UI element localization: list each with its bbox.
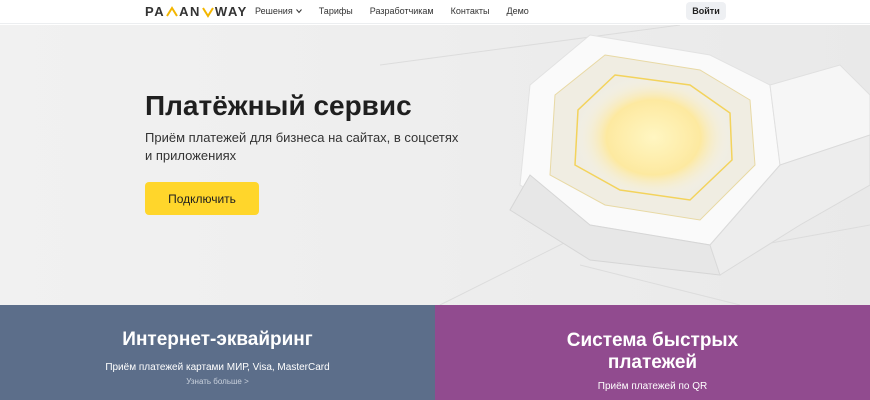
login-button[interactable]: Войти	[686, 2, 726, 20]
nav-item-label: Решения	[255, 6, 293, 16]
card-text: Приём платежей картами МИР, Visa, Master…	[105, 362, 330, 373]
hero-subtitle: Приём платежей для бизнеса на сайтах, в …	[145, 130, 459, 163]
card-text: Приём платежей по QR	[597, 381, 708, 392]
card-fast-payments[interactable]: Система быстрых платежей Приём платежей …	[435, 305, 870, 400]
logo-text-mid: AN	[179, 4, 201, 19]
card-internet-acquiring[interactable]: Интернет-эквайринг Приём платежей картам…	[0, 305, 435, 400]
nav-item-solutions[interactable]: Решения	[255, 6, 302, 16]
chevron-down-icon	[295, 9, 302, 14]
hero-illustration	[380, 25, 870, 305]
logo-text-right: WAY	[214, 4, 248, 19]
hero-title: Платёжный сервис	[145, 90, 412, 121]
logo-mark-icon	[202, 6, 214, 18]
logo[interactable]: PA AN WAY	[145, 4, 248, 19]
nav-item-developers[interactable]: Разработчикам	[370, 6, 434, 16]
card-title: Интернет-эквайринг	[122, 329, 313, 350]
nav-item-demo[interactable]: Демо	[506, 6, 528, 16]
learn-more-link[interactable]: Узнать больше >	[0, 377, 435, 386]
connect-button[interactable]: Подключить	[145, 182, 259, 215]
nav-item-pricing[interactable]: Тарифы	[319, 6, 353, 16]
logo-text-left: PA	[145, 4, 166, 19]
site-header: PA AN WAY Решения Тарифы Разработчикам К…	[0, 0, 870, 24]
nav-item-contacts[interactable]: Контакты	[451, 6, 490, 16]
logo-mark-icon	[166, 5, 178, 17]
card-title: Система быстрых платежей	[566, 330, 739, 373]
hero-section: Платёжный сервис Приём платежей для бизн…	[0, 25, 870, 305]
main-nav: Решения Тарифы Разработчикам Контакты Де…	[255, 6, 529, 16]
